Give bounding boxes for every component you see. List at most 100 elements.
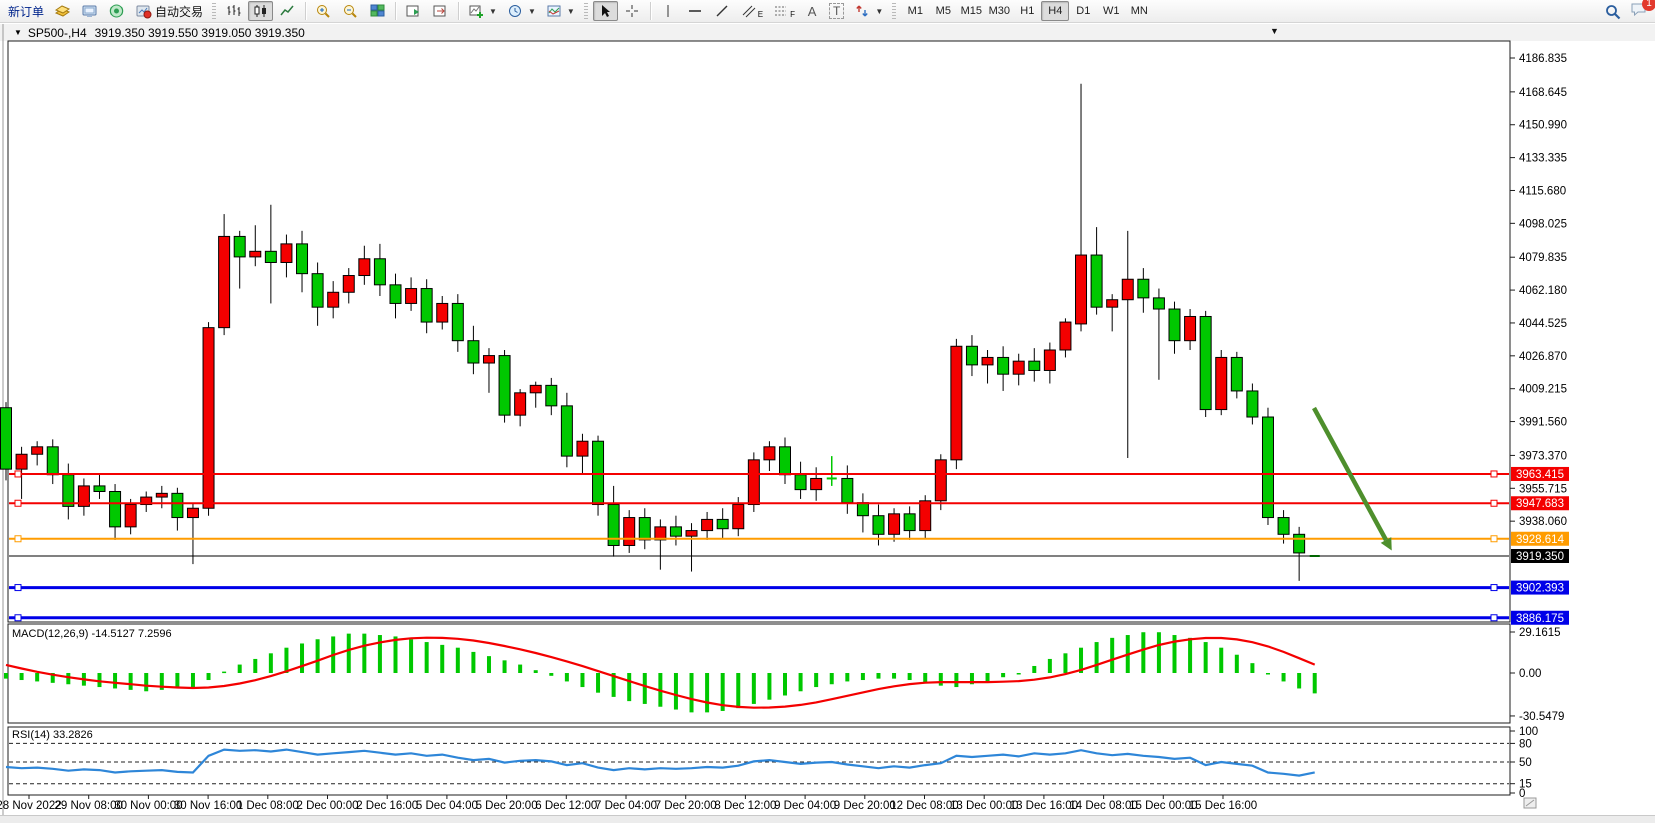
candle-body [219,236,230,327]
rsi-axis-label: 100 [1519,726,1538,738]
macd-histogram-bar [471,652,475,673]
date-axis-label: 14 Dec 08:00 [1069,800,1137,812]
candle-body [1122,279,1133,299]
macd-histogram-bar [643,673,647,704]
macd-histogram-bar [378,635,382,673]
hline-badge-label: 3902.393 [1516,583,1564,595]
candle-body [920,501,931,531]
candle-body [406,289,417,304]
candle-body [1278,518,1289,535]
macd-histogram-bar [503,660,507,673]
candle-body [1107,300,1118,307]
macd-histogram-bar [845,673,849,681]
candle-body [1029,361,1040,370]
candle-body [297,244,308,274]
macd-histogram-bar [1001,673,1005,677]
hline-badge-label: 3886.175 [1516,613,1564,625]
macd-histogram-bar [923,673,927,683]
line-handle[interactable] [15,585,21,591]
status-strip [0,815,1655,823]
macd-histogram-bar [394,636,398,673]
line-handle[interactable] [1491,585,1497,591]
macd-histogram-bar [1250,663,1254,673]
macd-histogram-bar [1048,659,1052,673]
candle-body [857,503,868,516]
date-axis-label: 9 Dec 20:00 [834,800,896,812]
macd-histogram-bar [534,670,538,673]
date-axis-label: 1 Dec 08:00 [237,800,299,812]
candle-body [1076,255,1087,324]
macd-histogram-bar [1266,673,1270,675]
candle-body [530,385,541,392]
price-axis-label: 4062.180 [1519,285,1567,297]
macd-histogram-bar [1141,632,1145,673]
price-axis-label: 4150.990 [1519,120,1567,132]
macd-histogram-bar [113,673,117,688]
candle-body [187,508,198,517]
candle-body [499,356,510,416]
date-axis-label: 2 Dec 00:00 [296,800,358,812]
line-handle[interactable] [1491,615,1497,621]
main-chart-pane[interactable] [8,41,1510,622]
candle-body [702,519,713,530]
candle-body [1231,357,1242,391]
date-axis-label: 13 Dec 00:00 [950,800,1018,812]
macd-histogram-bar [565,673,569,681]
date-axis-label: 2 Dec 16:00 [356,800,418,812]
macd-histogram-bar [1110,638,1114,673]
macd-histogram-bar [20,673,24,680]
line-handle[interactable] [1491,536,1497,542]
candle-body [1044,350,1055,370]
macd-histogram-bar [409,639,413,673]
candle-body [437,303,448,322]
chart-canvas[interactable]: 4186.8354168.6454150.9904133.3354115.680… [0,0,1655,823]
candle-body [780,447,791,475]
candle-body [421,289,432,323]
macd-histogram-bar [1017,673,1021,675]
candle-body [359,259,370,276]
line-handle[interactable] [15,500,21,506]
macd-histogram-bar [456,648,460,673]
candle-body [795,475,806,490]
macd-histogram-bar [1313,673,1317,693]
macd-histogram-bar [425,642,429,673]
macd-histogram-bar [1219,648,1223,673]
candle-body [1153,298,1164,309]
price-axis-label: 4026.870 [1519,351,1567,363]
macd-histogram-bar [986,673,990,681]
line-handle[interactable] [15,615,21,621]
price-axis-label: 4044.525 [1519,318,1567,330]
macd-histogram-bar [4,673,8,679]
macd-axis-label: 0.00 [1519,668,1541,680]
date-axis-label: 5 Dec 20:00 [476,800,538,812]
candle-body [1216,357,1227,409]
line-handle[interactable] [15,536,21,542]
macd-histogram-bar [596,673,600,693]
date-axis-label: 13 Dec 16:00 [1010,800,1078,812]
macd-histogram-bar [1204,642,1208,673]
date-axis-label: 5 Dec 04:00 [416,800,478,812]
price-axis-label: 3973.370 [1519,450,1567,462]
candle-body [1060,322,1071,350]
line-handle[interactable] [1491,471,1497,477]
candle-body [234,236,245,256]
line-handle[interactable] [1491,500,1497,506]
candle-body [1294,534,1305,553]
macd-histogram-bar [191,673,195,687]
macd-histogram-bar [814,673,818,687]
candle-body [733,505,744,529]
macd-histogram-bar [1235,655,1239,673]
macd-histogram-bar [876,673,880,679]
macd-histogram-bar [253,659,257,673]
candle-body [110,491,121,526]
macd-histogram-bar [66,673,70,684]
line-handle[interactable] [15,471,21,477]
candle-body [748,460,759,505]
candle-body [889,514,900,534]
macd-histogram-bar [939,673,943,686]
candle-body [1185,316,1196,340]
date-axis-label: 30 Nov 16:00 [174,800,242,812]
macd-histogram-bar [300,643,304,673]
macd-histogram-bar [35,673,39,681]
rsi-axis-label: 80 [1519,738,1532,750]
